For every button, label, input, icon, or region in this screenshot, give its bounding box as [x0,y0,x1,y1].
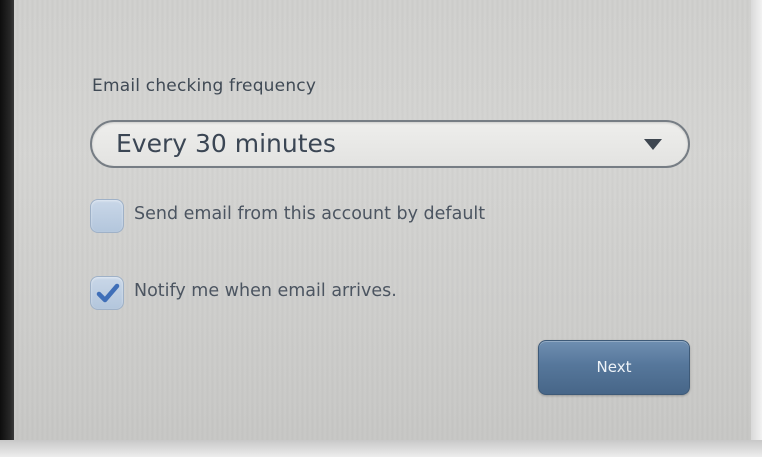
next-button[interactable]: Next [538,340,690,395]
device-bezel-right [751,0,762,457]
notify-row[interactable]: Notify me when email arrives. [90,276,470,312]
device-frame: Email checking frequency Every 30 minute… [0,0,762,457]
device-bezel-left [0,0,14,457]
default-account-label: Send email from this account by default [134,204,486,224]
device-bezel-bottom [0,440,762,457]
default-account-checkbox[interactable] [90,199,124,233]
frequency-select[interactable]: Every 30 minutes [90,120,690,168]
notify-label: Notify me when email arrives. [134,281,397,301]
account-settings-screen: Email checking frequency Every 30 minute… [14,0,751,440]
frequency-select-value: Every 30 minutes [116,129,336,158]
default-account-row[interactable]: Send email from this account by default [90,199,570,235]
checkmark-icon [96,283,120,303]
frequency-label: Email checking frequency [92,76,317,96]
notify-checkbox[interactable] [90,276,124,310]
chevron-down-icon [644,139,662,150]
